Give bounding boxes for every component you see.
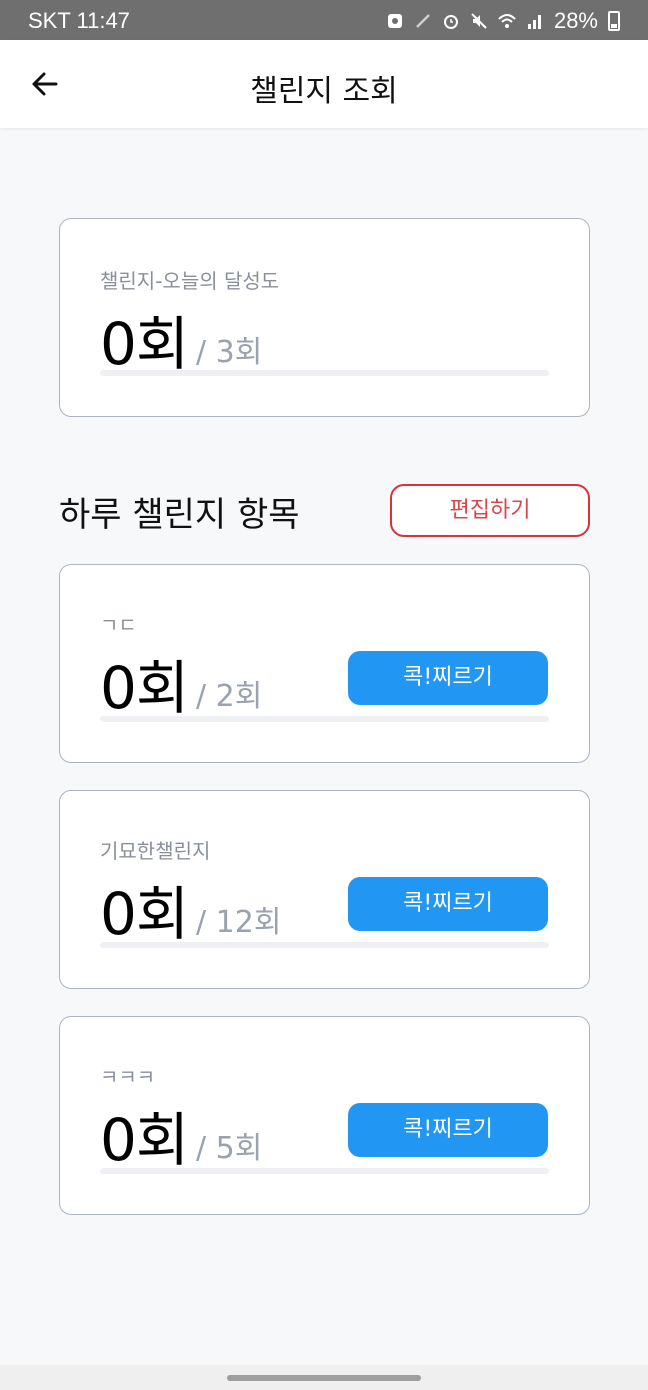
recycle-icon <box>387 14 402 28</box>
challenge-card: ㄱㄷ 0회 / 2회 콕!찌르기 <box>59 564 590 763</box>
challenge-count: 0회 <box>100 880 189 948</box>
edit-button[interactable]: 편집하기 <box>390 484 590 537</box>
summary-label: 챌린지-오늘의 달성도 <box>100 269 280 293</box>
status-icons: 28% <box>386 8 620 34</box>
section-title: 하루 챌린지 항목 <box>59 495 300 535</box>
summary-count: 0회 <box>100 310 189 378</box>
battery-icon <box>608 11 620 31</box>
challenge-progress-bar <box>100 716 549 722</box>
challenge-label: ㄱㄷ <box>100 613 137 637</box>
challenge-card: 기묘한챌린지 0회 / 12회 콕!찌르기 <box>59 790 590 989</box>
home-indicator-area <box>0 1365 648 1390</box>
status-time: SKT 11:47 <box>28 8 130 33</box>
summary-card: 챌린지-오늘의 달성도 0회 / 3회 <box>59 218 590 417</box>
signal-icon <box>527 15 541 29</box>
poke-button[interactable]: 콕!찌르기 <box>348 651 548 705</box>
summary-progress-bar <box>100 370 549 376</box>
pen-icon <box>416 14 430 28</box>
battery-percent: 28% <box>553 8 598 33</box>
status-bar: SKT 11:47 28% <box>0 0 648 40</box>
poke-button[interactable]: 콕!찌르기 <box>348 877 548 931</box>
challenge-goal: / 5회 <box>196 1131 263 1166</box>
challenge-count: 0회 <box>100 654 189 722</box>
alarm-icon <box>443 15 458 29</box>
challenge-label: ㅋㅋㅋ <box>100 1065 156 1089</box>
wifi-icon <box>498 14 516 28</box>
mute-icon <box>471 13 487 29</box>
page-title: 챌린지 조회 <box>250 74 398 109</box>
challenge-count: 0회 <box>100 1106 189 1174</box>
challenge-goal: / 2회 <box>196 679 263 714</box>
challenge-card: ㅋㅋㅋ 0회 / 5회 콕!찌르기 <box>59 1016 590 1215</box>
challenge-goal: / 12회 <box>196 905 282 940</box>
app-bar: 챌린지 조회 <box>0 40 648 128</box>
challenge-progress-bar <box>100 1168 549 1174</box>
poke-button[interactable]: 콕!찌르기 <box>348 1103 548 1157</box>
challenge-label: 기묘한챌린지 <box>100 839 211 863</box>
home-indicator[interactable] <box>227 1375 421 1381</box>
summary-goal: / 3회 <box>196 335 263 370</box>
challenge-progress-bar <box>100 942 549 948</box>
